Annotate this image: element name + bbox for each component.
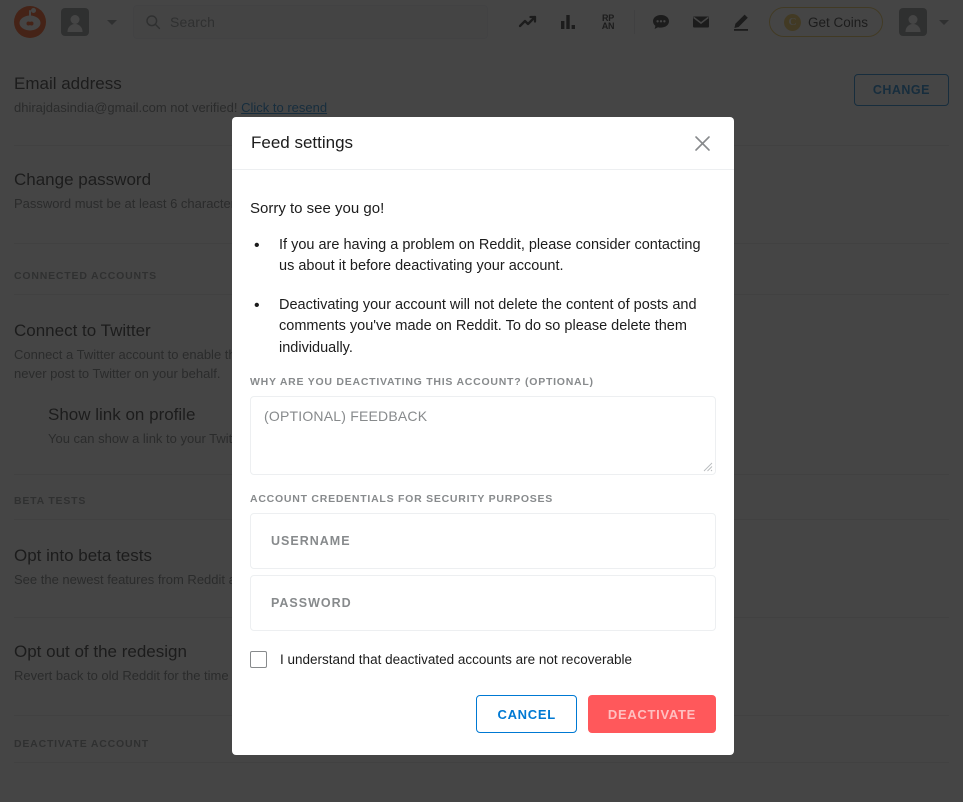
feedback-textarea[interactable]: (OPTIONAL) FEEDBACK [250,396,716,476]
deactivate-button[interactable]: DEACTIVATE [587,695,716,733]
confirm-checkbox-label: I understand that deactivated accounts a… [280,652,632,668]
username-input[interactable]: USERNAME [250,513,716,570]
modal-body: Sorry to see you go! If you are having a… [232,170,734,678]
resize-handle-icon[interactable] [703,462,713,472]
feedback-field-label: WHY ARE YOU DEACTIVATING THIS ACCOUNT? (… [250,376,594,389]
modal-title: Feed settings [251,133,354,152]
modal-bullet-list: If you are having a problem on Reddit, p… [250,234,716,359]
list-item: If you are having a problem on Reddit, p… [250,234,716,278]
list-item: Deactivating your account will not delet… [250,294,716,359]
close-icon[interactable] [689,130,715,156]
modal-footer: CANCEL DEACTIVATE [232,695,734,755]
cancel-button[interactable]: CANCEL [476,695,577,733]
app-root: Search RP AN [0,0,963,802]
password-placeholder-text: PASSWORD [271,596,352,611]
credentials-field-label: ACCOUNT CREDENTIALS FOR SECURITY PURPOSE… [250,493,553,506]
feedback-placeholder-text: (OPTIONAL) FEEDBACK [264,408,428,425]
modal-lead-text: Sorry to see you go! [250,200,385,217]
password-input[interactable]: PASSWORD [250,575,716,632]
username-placeholder-text: USERNAME [271,534,351,549]
confirm-checkbox-row: I understand that deactivated accounts a… [250,651,716,669]
confirm-checkbox[interactable] [250,651,267,669]
modal-header: Feed settings [232,117,734,170]
feed-settings-modal: Feed settings Sorry to see you go! If yo… [232,117,734,755]
